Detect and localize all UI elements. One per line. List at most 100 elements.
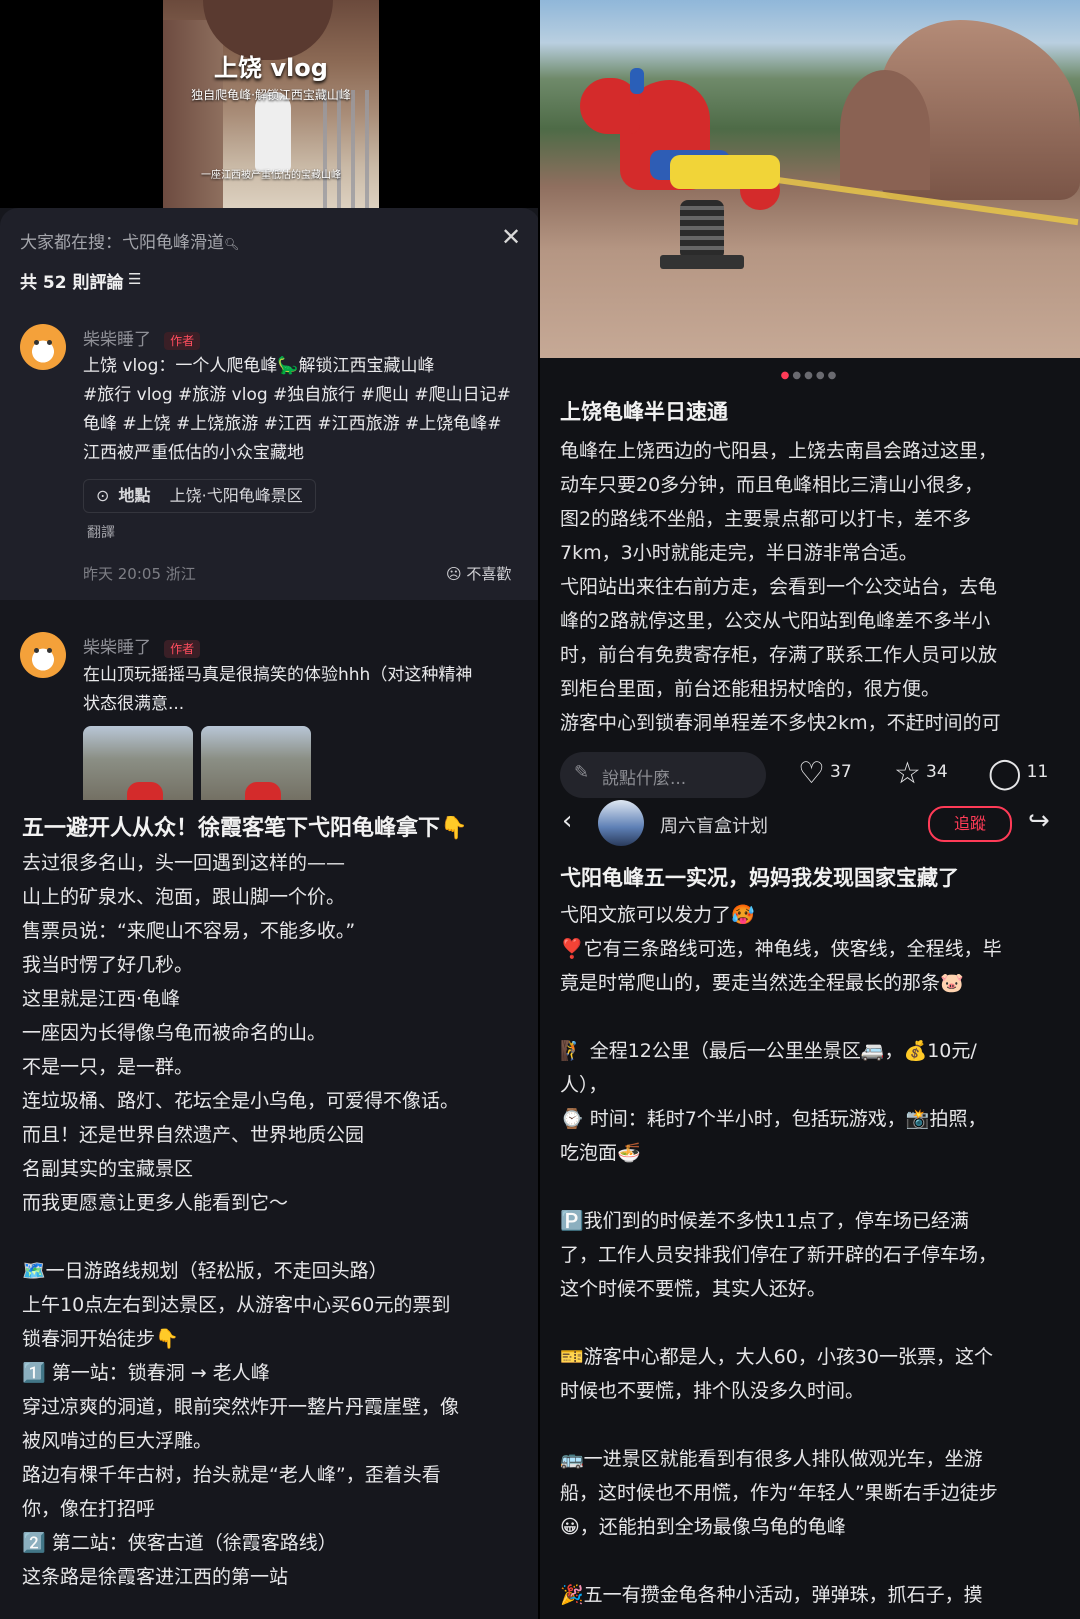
filter-icon[interactable]: ☰: [128, 270, 141, 288]
post-line: 7km，3小时就能走完，半日游非常合适。: [560, 542, 918, 564]
article-body: 去过很多名山，头一回遇到这样的—— 山上的矿泉水、泡面，跟山脚一个价。 售票员说…: [22, 846, 532, 1594]
comment-image[interactable]: [201, 726, 311, 808]
video-subtitle: 独自爬龟峰·解锁江西宝藏山峰: [191, 88, 351, 102]
article-line: 不是一只，是一群。: [22, 1056, 194, 1078]
post-line: ⌚ 时间：耗时7个半小时，包括玩游戏，📸拍照，: [560, 1108, 987, 1130]
carousel-dots[interactable]: ●●●●●: [540, 370, 1080, 381]
star-count: 34: [926, 762, 948, 782]
post-title: 弋阳龟峰五一实况，妈妈我发现国家宝藏了: [560, 866, 959, 890]
post-line: 游客中心到锁春洞单程差不多快2km，不赶时间的可: [560, 712, 1001, 734]
rock-formation: [840, 70, 930, 190]
post-line: 了，工作人员安排我们停在了新开辟的石子停车场，: [560, 1244, 998, 1266]
article-line: 穿过凉爽的洞道，眼前突然炸开一整片丹霞崖壁，像: [22, 1396, 460, 1418]
comment-username[interactable]: 柴柴睡了: [83, 638, 151, 658]
follow-button[interactable]: 追蹤: [928, 806, 1012, 842]
post-line: 峰的2路就停这里，公交从弋阳站到龟峰差不多半小: [560, 610, 991, 632]
location-value: 上饶·弋阳龟峰景区: [169, 486, 303, 505]
article-line: 🗺️一日游路线规划（轻松版，不走回头路）: [22, 1260, 388, 1282]
post-line: 时，前台有免费寄存柜，存满了联系工作人员可以放: [560, 644, 998, 666]
article-line: 我当时愣了好几秒。: [22, 954, 194, 976]
post-line: 🧗 全程12公里（最后一公里坐景区🚐，💰10元/: [560, 1040, 977, 1062]
comment-line: 龟峰 #上饶 #上饶旅游 #江西 #江西旅游 #上饶龟峰#: [83, 414, 502, 434]
post-line: 船，这时候也不用慌，作为“年轻人”果断右手边徒步: [560, 1482, 998, 1504]
back-chevron-icon[interactable]: ‹: [562, 806, 572, 836]
post-line: ❣️它有三条路线可选，神龟线，侠客线，全程线，毕: [560, 938, 1002, 960]
post-line: 🎉五一有攒金龟各种小活动，弹弹珠，抓石子，摸: [560, 1584, 983, 1606]
video-title: 上饶 vlog: [214, 54, 328, 82]
post-photo[interactable]: [540, 0, 1080, 358]
search-suggestion[interactable]: 大家都在搜：弋阳龟峰滑道🔍︎: [20, 228, 239, 253]
horse-ear: [630, 68, 644, 94]
post-line: 弋阳文旅可以发力了🥵: [560, 904, 755, 926]
share-icon[interactable]: ↪: [1028, 806, 1050, 836]
dislike-button[interactable]: ☹ 不喜歡: [446, 563, 511, 584]
location-chip[interactable]: ⊙ 地點 上饶·弋阳龟峰景区: [83, 479, 316, 513]
post-line: 🎫游客中心都是人，大人60，小孩30一张票，这个: [560, 1346, 994, 1368]
star-button[interactable]: ☆ 34: [894, 756, 948, 791]
avatar[interactable]: [598, 800, 644, 846]
comment-line: 上饶 vlog：一个人爬龟峰🦕解锁江西宝藏山峰: [83, 356, 435, 376]
comment-line: 在山顶玩摇摇马真是很搞笑的体验hhh（对这种精神: [83, 665, 473, 685]
article-line: 锁春洞开始徒步👇: [22, 1328, 179, 1350]
comment-header: 柴柴睡了 作者: [83, 633, 201, 658]
frown-icon: ☹: [446, 565, 462, 583]
post-username[interactable]: 周六盲盒计划: [660, 812, 768, 838]
author-badge: 作者: [164, 640, 201, 658]
like-count: 37: [830, 762, 852, 782]
like-button[interactable]: ♡ 37: [798, 756, 852, 791]
comment-count-num: 11: [1026, 762, 1049, 782]
comment-meta: 昨天 20:05 浙江: [83, 565, 196, 583]
article-line: 连垃圾桶、路灯、花坛全是小乌龟，可爱得不像话。: [22, 1090, 460, 1112]
post-line: 弋阳站出来往右前方走，会看到一个公交站台，去龟: [560, 576, 998, 598]
article-line: 名副其实的宝藏景区: [22, 1158, 194, 1180]
article-line: 售票员说：“来爬山不容易，不能多收。”: [22, 920, 356, 942]
comment-image[interactable]: [83, 726, 193, 808]
left-screenshot: 上饶 vlog 独自爬龟峰·解锁江西宝藏山峰 一座江西被严重低估的宝藏山峰 大家…: [0, 0, 540, 1619]
search-icon: 🔍︎: [224, 237, 240, 251]
spring-graphic: [680, 200, 724, 260]
post-line: [560, 1544, 1075, 1578]
close-icon[interactable]: ✕: [498, 224, 524, 250]
post-title: 上饶龟峰半日速通: [560, 400, 728, 424]
post-line: [560, 1000, 1075, 1034]
comment-line: #旅行 vlog #旅游 vlog #独自旅行 #爬山 #爬山日记#: [83, 385, 511, 405]
avatar[interactable]: [20, 632, 66, 678]
article-line: 这条路是徐霞客进江西的第一站: [22, 1566, 289, 1588]
post-line: [560, 1170, 1075, 1204]
article-title: 五一避开人从众！徐霞客笔下弋阳龟峰拿下👇: [22, 816, 468, 841]
article-line: 2️⃣ 第二站：侠客古道（徐霞客路线）: [22, 1532, 337, 1554]
comment-placeholder: 說點什麼...: [602, 769, 687, 789]
comment-username[interactable]: 柴柴睡了: [83, 330, 151, 350]
location-label: 地點: [118, 486, 151, 505]
article-line: 被风啃过的巨大浮雕。: [22, 1430, 213, 1452]
post-line: 龟峰在上饶西边的弋阳县，上饶去南昌会路过这里，: [560, 440, 998, 462]
right-screenshot: ●●●●● 上饶龟峰半日速通 龟峰在上饶西边的弋阳县，上饶去南昌会路过这里， 动…: [540, 0, 1080, 1619]
pencil-icon: ✎: [574, 762, 590, 783]
post-body: 弋阳文旅可以发力了🥵 ❣️它有三条路线可选，神龟线，侠客线，全程线，毕 竟是时常…: [560, 898, 1075, 1612]
article-line: 路边有棵千年古树，抬头就是“老人峰”，歪着头看: [22, 1464, 441, 1486]
video-thumbnail[interactable]: 上饶 vlog 独自爬龟峰·解锁江西宝藏山峰 一座江西被严重低估的宝藏山峰: [163, 0, 379, 208]
post-line: 图2的路线不坐船，主要景点都可以打卡，差不多: [560, 508, 972, 530]
translate-link[interactable]: 翻譯: [87, 522, 115, 542]
avatar[interactable]: [20, 324, 66, 370]
location-pin-icon: ⊙: [96, 486, 110, 505]
video-caption: 一座江西被严重低估的宝藏山峰: [201, 170, 341, 181]
article-line: [22, 1220, 532, 1254]
post-line: 这个时候不要慌，其实人还好。: [560, 1278, 827, 1300]
post-line: 吃泡面🍜: [560, 1142, 641, 1164]
comment-header: 柴柴睡了 作者: [83, 325, 201, 350]
post-line: 时候也不要慌，排个队没多久时间。: [560, 1380, 865, 1402]
post-line: 竟是时常爬山的，要走当然选全程最长的那条🐷: [560, 972, 964, 994]
star-icon: ☆: [894, 756, 921, 791]
post-line: 🅿️我们到的时候差不多快11点了，停车场已经满: [560, 1210, 969, 1232]
comments-button[interactable]: ◯ 11: [988, 756, 1048, 791]
comment-line: 江西被严重低估的小众宝藏地: [83, 443, 304, 463]
post-line: [560, 1306, 1075, 1340]
post-line: 🚌一进景区就能看到有很多人排队做观光车，坐游: [560, 1448, 983, 1470]
post-line: [560, 1408, 1075, 1442]
horse-seat: [670, 155, 780, 189]
article-line: 这里就是江西·龟峰: [22, 988, 181, 1010]
post-line: 人），: [560, 1074, 608, 1096]
comment-input[interactable]: ✎ 說點什麼...: [560, 752, 766, 798]
article-line: 山上的矿泉水、泡面，跟山脚一个价。: [22, 886, 346, 908]
